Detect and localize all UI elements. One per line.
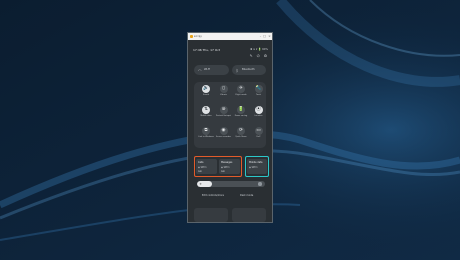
tile-sound[interactable]: 🔊 Sound (197, 85, 215, 99)
brightness-handle[interactable] (258, 182, 262, 186)
tile-label: Flight mode (235, 94, 247, 96)
quick-tiles-grid: 🔊 Sound ▯ Vibrate ✈ Flight mode 🔦 Torch ⇅ Mobile … (194, 82, 266, 148)
wifi-icon: ◠ (198, 67, 202, 73)
tile-label: Torch (256, 94, 261, 96)
tile-icon: ◉ (219, 127, 228, 135)
brightness-icon: ☀ (199, 182, 202, 186)
tile-label: Vibrate (220, 94, 227, 96)
tile-label: Sound (203, 94, 209, 96)
tile-link-to-windows[interactable]: ⧉ Link to Windows (197, 127, 215, 141)
tile-icon: ⟳ (237, 127, 245, 135)
tile-dex[interactable]: ▭ DeX (250, 127, 268, 141)
wifi-toggle[interactable]: ◠ Wi-Fi (194, 65, 229, 75)
tile-icon: ✈ (237, 85, 245, 93)
bluetooth-label: Bluetooth (242, 68, 255, 71)
tile-icon: 🔦 (254, 85, 263, 93)
tile-screen-recorder[interactable]: ◉ Screen recorder (215, 127, 233, 141)
tile-label: Screen recorder (215, 136, 232, 138)
tile-vibrate[interactable]: ▯ Vibrate (215, 85, 233, 99)
tile-label: Portrait Hotspot (216, 115, 231, 117)
panel-tools: ✎ ⏻ ⚙ (247, 54, 267, 58)
tile-portrait-hotspot[interactable]: ⊚ Portrait Hotspot (215, 106, 233, 120)
tile-location[interactable]: ⦿ Location (250, 106, 268, 120)
quick-settings-panel: 17:46 Thu, 17 Oct ✱ ⊙ ▾ 🔋 64% ✎ ⏻ ⚙ ◠ Wi… (188, 40, 272, 222)
tile-mobile-data[interactable]: ⇅ Mobile data (197, 106, 215, 120)
tile-icon: ▭ (254, 127, 263, 135)
tile-label: Power saving (234, 115, 248, 117)
tile-torch[interactable]: 🔦 Torch (250, 85, 268, 99)
calls-sim-card[interactable]: Calls ◉ SIM 1 Ask (196, 159, 217, 174)
app-icon (189, 35, 193, 38)
tile-icon: 🔊 (202, 85, 210, 93)
scrcpy-window: scrcpy – □ × 17:46 Thu, 17 Oct ✱ ⊙ ▾ 🔋 6… (187, 32, 273, 223)
tile-label: Location (254, 115, 263, 117)
messages-sim-card[interactable]: Messages ◉ SIM 1 Ask (219, 159, 240, 174)
tile-label: Link to Windows (198, 136, 214, 138)
power-icon[interactable]: ⏻ (257, 54, 260, 58)
tile-quick-share[interactable]: ⟳ Quick Share (232, 127, 250, 141)
tile-icon: 🔋 (237, 106, 245, 114)
tile-label: Quick Share (235, 136, 247, 138)
window-titlebar[interactable]: scrcpy – □ × (188, 33, 272, 40)
mobile-data-sim-card[interactable]: Mobile data ◉ SIM 1 (247, 159, 267, 174)
settings-icon[interactable]: ⚙ (264, 54, 267, 58)
tile-flight-mode[interactable]: ✈ Flight mode (232, 85, 250, 99)
close-icon[interactable]: × (267, 33, 272, 40)
device-card-peek (232, 208, 266, 222)
bottom-controls: Edit controls/more Dark mode (194, 191, 266, 201)
status-icons: ✱ ⊙ ▾ 🔋 64% (250, 48, 268, 51)
edit-icon[interactable]: ✎ (250, 54, 253, 58)
bluetooth-icon: ᛒ (236, 67, 239, 73)
media-card-peek (194, 208, 228, 222)
tile-icon: ⧉ (202, 127, 210, 135)
tile-icon: ▯ (219, 85, 228, 93)
bluetooth-toggle[interactable]: ᛒ Bluetooth (232, 65, 266, 75)
wifi-label: Wi-Fi (204, 68, 211, 71)
tile-power-saving[interactable]: 🔋 Power saving (232, 106, 250, 120)
tile-label: Mobile data (200, 115, 212, 117)
tile-label: DeX (256, 136, 261, 138)
dark-mode-link[interactable]: Dark mode (240, 191, 253, 201)
edit-controls-link[interactable]: Edit controls/more (202, 191, 224, 201)
window-title: scrcpy (194, 35, 202, 38)
tile-icon: ⇅ (202, 106, 210, 114)
brightness-slider[interactable]: ☀ (197, 181, 265, 187)
tile-icon: ⦿ (254, 106, 263, 114)
tile-icon: ⊚ (219, 106, 228, 114)
status-time-date: 17:46 Thu, 17 Oct (193, 48, 221, 52)
